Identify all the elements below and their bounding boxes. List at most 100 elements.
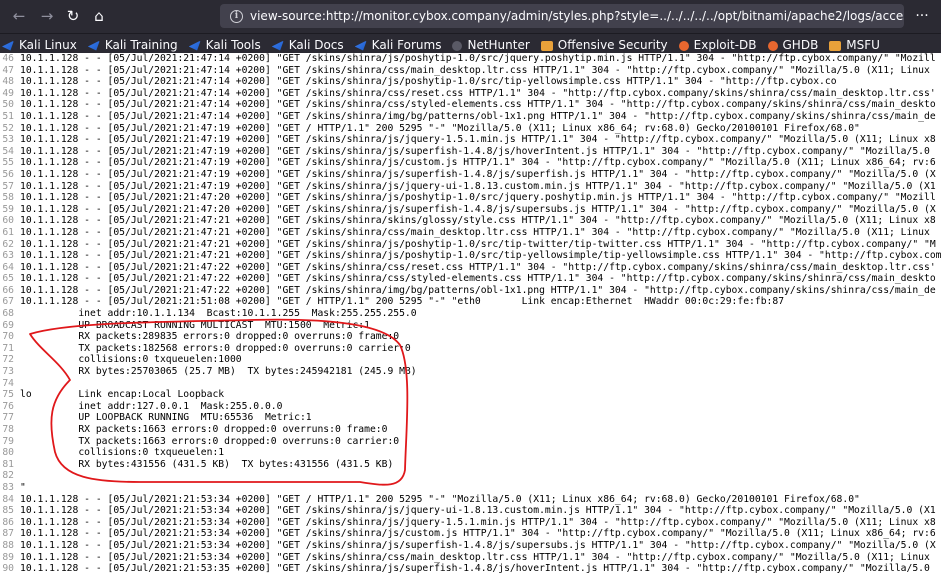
browser-toolbar: ← → ↻ ⌂ i view-source:http://monitor.cybo…	[0, 0, 941, 33]
source-line: 49 10.1.1.128 - - [05/Jul/2021:21:47:14 +…	[0, 88, 941, 100]
bookmark-label: Kali Tools	[205, 38, 261, 52]
back-button[interactable]: ←	[8, 6, 30, 26]
line-number: 52	[2, 122, 14, 134]
line-text: 10.1.1.128 - - [05/Jul/2021:21:47:19 +02…	[20, 180, 936, 192]
source-line: 86 10.1.1.128 - - [05/Jul/2021:21:53:34 +…	[0, 517, 941, 529]
arrow-left-icon: ←	[12, 7, 26, 25]
source-line: 47 10.1.1.128 - - [05/Jul/2021:21:47:14 +…	[0, 65, 941, 77]
line-number: 59	[2, 203, 14, 215]
source-line: 48 10.1.1.128 - - [05/Jul/2021:21:47:14 +…	[0, 76, 941, 88]
line-text: 10.1.1.128 - - [05/Jul/2021:21:47:19 +02…	[20, 122, 860, 134]
bookmark-exploit-db[interactable]: Exploit-DB	[677, 36, 759, 53]
line-text: 10.1.1.128 - - [05/Jul/2021:21:47:14 +02…	[20, 87, 936, 99]
source-line: 66 10.1.1.128 - - [05/Jul/2021:21:47:22 +…	[0, 285, 941, 297]
line-number: 57	[2, 180, 14, 192]
line-text: RX bytes:431556 (431.5 KB) TX bytes:4315…	[20, 458, 394, 470]
line-number: 82	[2, 470, 14, 482]
line-text: 10.1.1.128 - - [05/Jul/2021:21:53:34 +02…	[20, 505, 936, 517]
bookmark-kali-training[interactable]: Kali Training	[86, 36, 180, 53]
reload-button[interactable]: ↻	[62, 6, 84, 26]
line-text: 10.1.1.128 - - [05/Jul/2021:21:47:21 +02…	[20, 250, 941, 262]
line-text: 10.1.1.128 - - [05/Jul/2021:21:47:21 +02…	[20, 215, 936, 227]
bookmark-msfu[interactable]: MSFU	[827, 36, 882, 53]
line-number: 67	[2, 296, 14, 308]
source-line: 58 10.1.1.128 - - [05/Jul/2021:21:47:20 +…	[0, 192, 941, 204]
bookmark-label: Kali Training	[104, 38, 178, 52]
source-line: 90 10.1.1.128 - - [05/Jul/2021:21:53:35 +…	[0, 563, 941, 575]
source-line: 68 inet addr:10.1.1.134 Bcast:10.1.1.255…	[0, 308, 941, 320]
source-line: 79 TX packets:1663 errors:0 dropped:0 ov…	[0, 436, 941, 448]
line-text: 10.1.1.128 - - [05/Jul/2021:21:53:34 +02…	[20, 516, 936, 528]
line-number: 58	[2, 192, 14, 204]
line-text: TX packets:1663 errors:0 dropped:0 overr…	[20, 435, 400, 447]
bookmark-label: GHDB	[782, 38, 819, 52]
source-line: 69 UP BROADCAST RUNNING MULTICAST MTU:15…	[0, 320, 941, 332]
line-number: 77	[2, 412, 14, 424]
source-line: 73 RX bytes:25703065 (25.7 MB) TX bytes:…	[0, 366, 941, 378]
source-line: 67 10.1.1.128 - - [05/Jul/2021:21:51:08 +…	[0, 296, 941, 308]
line-text: "	[20, 481, 26, 493]
line-text: inet addr:127.0.0.1 Mask:255.0.0.0	[20, 400, 283, 412]
bookmark-kali-tools[interactable]: Kali Tools	[187, 36, 263, 53]
bookmark-label: Offensive Security	[557, 38, 668, 52]
bookmark-offensive-security[interactable]: Offensive Security	[539, 36, 670, 53]
source-line: 70 RX packets:289835 errors:0 dropped:0 …	[0, 331, 941, 343]
source-line: 82	[0, 470, 941, 482]
line-number: 49	[2, 87, 14, 99]
bookmark-kali-forums[interactable]: Kali Forums	[353, 36, 444, 53]
source-line: 59 10.1.1.128 - - [05/Jul/2021:21:47:20 +…	[0, 204, 941, 216]
line-text: 10.1.1.128 - - [05/Jul/2021:21:51:08 +02…	[20, 296, 785, 308]
line-text: TX packets:182568 errors:0 dropped:0 ove…	[20, 342, 411, 354]
bookmark-label: Kali Linux	[19, 38, 77, 52]
url-text[interactable]: view-source:http://monitor.cybox.company…	[250, 9, 904, 23]
line-number: 63	[2, 250, 14, 262]
bookmark-label: Kali Forums	[371, 38, 442, 52]
line-number: 74	[2, 377, 14, 389]
bookmark-label: Kali Docs	[288, 38, 344, 52]
bookmark-ghdb[interactable]: GHDB	[766, 36, 821, 53]
source-line: 61 10.1.1.128 - - [05/Jul/2021:21:47:21 +…	[0, 227, 941, 239]
source-line: 88 10.1.1.128 - - [05/Jul/2021:21:53:34 +…	[0, 540, 941, 552]
msfu-icon	[829, 40, 842, 51]
line-number: 60	[2, 215, 14, 227]
source-line: 77 UP LOOPBACK RUNNING MTU:65536 Metric:…	[0, 412, 941, 424]
line-text: collisions:0 txqueuelen:1	[20, 447, 225, 459]
line-text: 10.1.1.128 - - [05/Jul/2021:21:47:21 +02…	[20, 226, 930, 238]
source-line: 75 lo Link encap:Local Loopback	[0, 389, 941, 401]
line-number: 62	[2, 238, 14, 250]
source-line: 50 10.1.1.128 - - [05/Jul/2021:21:47:14 +…	[0, 99, 941, 111]
offsec-icon	[540, 40, 553, 51]
line-number: 72	[2, 354, 14, 366]
kali-icon	[2, 40, 14, 51]
kali-icon	[354, 40, 367, 51]
line-text: 10.1.1.128 - - [05/Jul/2021:21:47:19 +02…	[20, 168, 936, 180]
line-text: 10.1.1.128 - - [05/Jul/2021:21:47:20 +02…	[20, 192, 936, 204]
line-text: 10.1.1.128 - - [05/Jul/2021:21:47:14 +02…	[20, 53, 936, 64]
source-line: 85 10.1.1.128 - - [05/Jul/2021:21:53:34 +…	[0, 505, 941, 517]
source-line: 56 10.1.1.128 - - [05/Jul/2021:21:47:19 +…	[0, 169, 941, 181]
arrow-right-icon: →	[40, 7, 54, 25]
line-number: 84	[2, 493, 14, 505]
line-text: 10.1.1.128 - - [05/Jul/2021:21:47:14 +02…	[20, 76, 837, 88]
bookmark-kali-docs[interactable]: Kali Docs	[270, 36, 346, 53]
info-icon[interactable]: i	[230, 9, 243, 23]
source-line: 63 10.1.1.128 - - [05/Jul/2021:21:47:21 +…	[0, 250, 941, 262]
line-number: 76	[2, 400, 14, 412]
source-line: 65 10.1.1.128 - - [05/Jul/2021:21:47:22 +…	[0, 273, 941, 285]
source-line: 53 10.1.1.128 - - [05/Jul/2021:21:47:19 +…	[0, 134, 941, 146]
page-actions-button[interactable]: ···	[910, 6, 934, 26]
line-number: 89	[2, 551, 14, 563]
source-line: 74	[0, 378, 941, 390]
url-bar[interactable]: i view-source:http://monitor.cybox.compan…	[220, 4, 904, 28]
bookmark-nethunter[interactable]: NetHunter	[450, 36, 531, 53]
line-text: UP LOOPBACK RUNNING MTU:65536 Metric:1	[20, 412, 312, 424]
line-text: 10.1.1.128 - - [05/Jul/2021:21:47:19 +02…	[20, 134, 936, 146]
forward-button[interactable]: →	[36, 6, 58, 26]
source-line: 60 10.1.1.128 - - [05/Jul/2021:21:47:21 +…	[0, 215, 941, 227]
line-text: 10.1.1.128 - - [05/Jul/2021:21:47:22 +02…	[20, 261, 936, 273]
kali-icon	[87, 40, 100, 51]
home-button[interactable]: ⌂	[88, 6, 110, 26]
bookmark-kali-linux[interactable]: Kali Linux	[0, 36, 79, 53]
line-number: 54	[2, 145, 14, 157]
line-text: 10.1.1.128 - - [05/Jul/2021:21:47:21 +02…	[20, 238, 936, 250]
